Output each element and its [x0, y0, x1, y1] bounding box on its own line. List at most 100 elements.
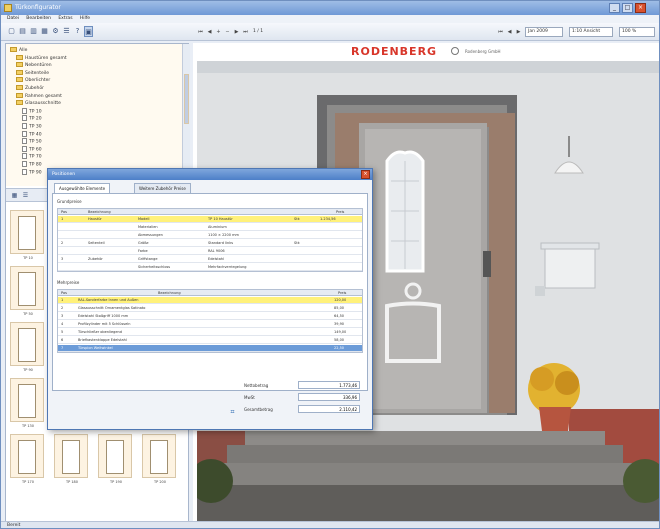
tree-item[interactable]: Seitenteile [16, 69, 49, 77]
tree-item[interactable]: TP 10 [22, 107, 42, 115]
table-row[interactable]: 3 Edelstahl Stoßgriff 1000 mm 64,50 [58, 313, 362, 320]
door-thumbnail[interactable]: TP 10 [10, 210, 44, 260]
save-icon[interactable]: ▥ [29, 26, 38, 37]
table-row[interactable]: Materialien Aluminium [58, 224, 362, 231]
next-page-icon[interactable]: ▶ [233, 28, 240, 36]
table-row[interactable]: 5 Türschließer obenliegend 149,00 [58, 329, 362, 336]
nav-next-icon[interactable]: ▶ [515, 28, 522, 36]
minimize-button[interactable]: _ [609, 3, 620, 13]
tree-item[interactable]: Alle [10, 47, 27, 54]
door-thumbnail[interactable]: TP 170 [10, 434, 44, 484]
thumbnail-label: TP 130 [21, 424, 35, 428]
tree-scrollbar[interactable] [182, 44, 190, 186]
tab-selected-elements[interactable]: Ausgewählte Elemente [54, 183, 111, 193]
table-row[interactable]: 1 RAL-Sonderfarbe Innen und Außen 120,00 [58, 297, 362, 304]
tree-scroll-thumb[interactable] [184, 74, 189, 124]
calculator-icon[interactable]: ⌗ [228, 407, 237, 418]
zoom-out-icon[interactable]: − [224, 28, 231, 36]
tree-item[interactable]: TP 30 [22, 123, 42, 130]
table-cell: 85,00 [334, 306, 345, 310]
tree-item-label: Glasausschnitte [25, 101, 61, 107]
settings-icon[interactable]: ⚙ [51, 26, 60, 37]
nav-prev-icon[interactable]: ◀ [506, 28, 513, 36]
door-thumbnail[interactable]: TP 180 [54, 434, 88, 484]
table-cell: 7 [61, 346, 64, 350]
table-row[interactable]: 7 Türspion Weitwinkel 22,50 [58, 345, 362, 352]
new-icon[interactable]: ▢ [7, 26, 16, 37]
prev-page-icon[interactable]: ◀ [206, 28, 213, 36]
scale-field[interactable]: 1:10 Ansicht [569, 27, 613, 37]
table-row[interactable]: 2 Glasausschnitt Ornamentglas Satinato 85,… [58, 305, 362, 312]
date-field[interactable]: Jan 2009 [525, 27, 563, 37]
tree-item[interactable]: TP 20 [22, 115, 42, 122]
table-cell: 58,00 [334, 338, 345, 342]
maximize-button[interactable]: □ [622, 3, 633, 13]
door-icon [18, 384, 36, 418]
tree-item[interactable]: TP 90 [22, 168, 42, 176]
menu-edit[interactable]: Bearbeiten [26, 15, 51, 23]
zoom-field[interactable]: 100 % [619, 27, 655, 37]
document-icon [22, 138, 27, 145]
last-page-icon[interactable]: ⏭ [242, 28, 249, 36]
print-icon[interactable]: ▦ [40, 26, 49, 37]
table-row[interactable]: Farbe RAL 9006 [58, 248, 362, 255]
tree-item[interactable]: Rahmen gesamt [16, 92, 62, 100]
table-cell: Briefkastenklappe Edelstahl [78, 338, 127, 342]
first-page-icon[interactable]: ⏮ [197, 28, 204, 36]
thumb-list-icon[interactable]: ☰ [21, 190, 30, 201]
zoom-in-icon[interactable]: + [215, 28, 222, 36]
door-thumbnail[interactable]: TP 190 [98, 434, 132, 484]
tab-accessory-prices[interactable]: Weitere Zubehör Preise [134, 183, 191, 193]
tree-item[interactable]: Haustüren gesamt [16, 54, 67, 62]
dialog-title: Positionen [52, 172, 76, 177]
table-row[interactable]: 2 Seitenteil Größe Standard links Stk [58, 240, 362, 247]
tree-item[interactable]: Zubehör [16, 85, 44, 92]
tree-item[interactable]: TP 70 [22, 153, 42, 160]
tree-item-label: Zubehör [25, 86, 45, 91]
menu-tools[interactable]: Extras [58, 15, 72, 23]
table-cell: Stk [294, 241, 300, 245]
folder-icon [16, 69, 23, 75]
app-window: Türkonfigurator _ □ × Datei Bearbeiten E… [0, 0, 660, 529]
document-icon [22, 168, 27, 175]
table-cell: 3 [61, 257, 64, 261]
door-thumbnail[interactable]: TP 130 [10, 378, 44, 428]
table-row[interactable]: Sicherheitsschloss Mehrfachverriegelung [58, 264, 362, 271]
dialog-body: Grundpreise Pos Bezeichnung Preis 1 Haust… [52, 193, 368, 391]
dialog-close-button[interactable]: × [361, 170, 370, 179]
table-cell: 120,00 [334, 298, 347, 302]
tree-item[interactable]: Glasausschnitte [16, 100, 61, 107]
summary-value-field[interactable]: 336,96 [298, 393, 360, 401]
summary-value-field[interactable]: 2.110,42 [298, 405, 360, 413]
tree-item[interactable]: TP 60 [22, 145, 42, 153]
door-thumbnail[interactable]: TP 50 [10, 266, 44, 316]
thumb-view-icon[interactable]: ▦ [10, 190, 19, 201]
list-icon[interactable]: ☰ [62, 26, 71, 37]
nav-first-icon[interactable]: ⏮ [497, 28, 504, 36]
close-button[interactable]: × [635, 3, 646, 13]
table-row[interactable]: 3 Zubehör Griffstange Edelstahl [58, 256, 362, 263]
table-row[interactable]: Abmessungen 1100 × 2200 mm [58, 232, 362, 239]
menu-file[interactable]: Datei [7, 15, 19, 23]
table-row[interactable]: 6 Briefkastenklappe Edelstahl 58,00 [58, 337, 362, 344]
door-icon [18, 440, 36, 474]
tree-item[interactable]: Nebentüren [16, 62, 52, 69]
tree-item[interactable]: TP 50 [22, 138, 42, 145]
menu-help[interactable]: Hilfe [80, 15, 90, 23]
tree-item[interactable]: TP 80 [22, 161, 42, 168]
table-cell: 22,50 [334, 346, 345, 350]
folder-icon [16, 54, 23, 60]
summary-value-field[interactable]: 1.773,46 [298, 381, 360, 389]
door-thumbnail[interactable]: TP 90 [10, 322, 44, 372]
tree-item[interactable]: TP 40 [22, 130, 42, 138]
table-cell: Standard links [208, 241, 234, 245]
door-thumbnail[interactable]: TP 200 [142, 434, 176, 484]
table-row[interactable]: 1 Haustür Modell TP 10 Haustür Stk 1.234,56 [58, 216, 362, 223]
tree-item-label: TP 50 [29, 139, 42, 145]
open-icon[interactable]: ▤ [18, 26, 27, 37]
tree-item[interactable]: Oberlichter [16, 77, 50, 84]
table-cell: 39,90 [334, 322, 345, 326]
table-row[interactable]: 4 Profilzylinder mit 5 Schlüsseln 39,90 [58, 321, 362, 328]
grid-view-icon[interactable]: ▣ [84, 26, 93, 37]
help-icon[interactable]: ? [73, 26, 82, 37]
